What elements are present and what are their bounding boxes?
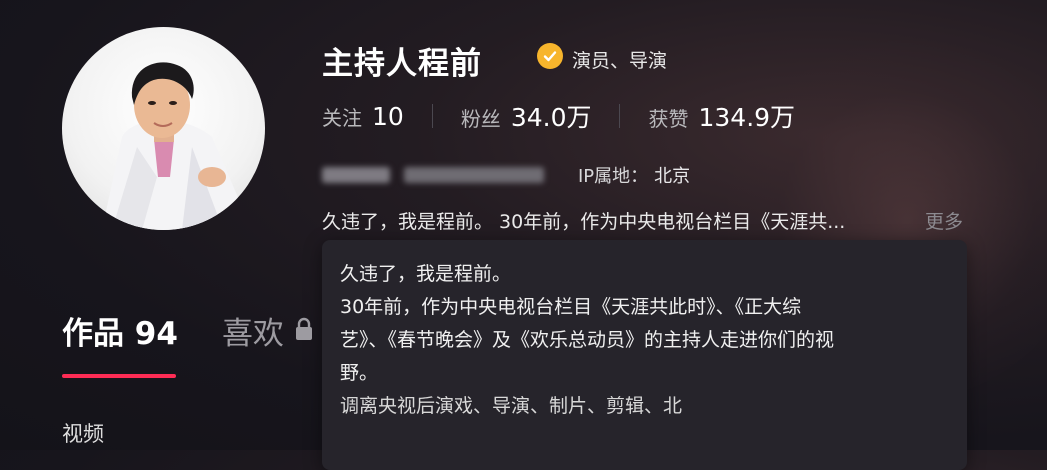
stat-following-label: 关注 (322, 105, 362, 130)
blurred-account-id (404, 167, 544, 183)
stat-followers-label: 粉丝 (460, 107, 501, 131)
stat-likes-value: 134.9万 (698, 103, 796, 132)
bio-line: 30年前，作为中央电视台栏目《天涯共此时》、《正大综 (340, 296, 802, 318)
blurred-account-label (322, 167, 390, 183)
tab-works-label: 作品 (62, 316, 124, 352)
bio-summary: 久违了，我是程前。 30年前，作为中央电视台栏目《天涯共... (322, 211, 846, 233)
bio-line: 艺》、《春节晚会》及《欢乐总动员》的主持人走进你们的视 (340, 329, 835, 351)
tab-works-count: 94 (134, 316, 178, 352)
profile-tabs: 作品 94 喜欢 (62, 308, 314, 353)
ip-location-label: IP属地： (578, 166, 649, 187)
active-tab-underline (62, 374, 176, 378)
bio-line: 久违了，我是程前。 (340, 263, 512, 285)
bio-line: 野。 (340, 362, 379, 384)
profile-stats: 关注 10 粉丝 34.0万 获赞 134.9万 (322, 98, 795, 134)
subtab-video[interactable]: 视频 (62, 418, 104, 448)
tab-likes[interactable]: 喜欢 (222, 308, 314, 353)
verified-check-icon (537, 43, 563, 69)
stat-divider (619, 104, 621, 128)
stat-following[interactable]: 关注 10 (322, 102, 404, 131)
stat-followers[interactable]: 粉丝 34.0万 (461, 98, 592, 134)
stat-divider (431, 104, 433, 128)
more-link[interactable]: 更多 (925, 207, 963, 234)
ip-location-value: 北京 (654, 166, 691, 187)
avatar-portrait-image (102, 62, 252, 230)
tab-likes-label: 喜欢 (221, 316, 284, 352)
stat-likes: 获赞 134.9万 (648, 98, 795, 134)
bio-line: 调离央视后演戏、导演、制片、剪辑、北 (340, 395, 683, 417)
bio-popup: 久违了，我是程前。 30年前，作为中央电视台栏目《天涯共此时》、《正大综 艺》、… (322, 240, 967, 470)
tab-works[interactable]: 作品 94 (62, 308, 178, 353)
stat-following-value: 10 (372, 101, 404, 131)
profile-meta: IP属地： 北京 (322, 162, 690, 188)
lock-icon (294, 313, 314, 349)
profile-name: 主持人程前 (322, 46, 482, 82)
stat-likes-label: 获赞 (648, 107, 689, 131)
stat-followers-value: 34.0万 (510, 103, 592, 132)
verified-label: 演员、导演 (572, 50, 668, 72)
avatar[interactable] (62, 27, 265, 230)
